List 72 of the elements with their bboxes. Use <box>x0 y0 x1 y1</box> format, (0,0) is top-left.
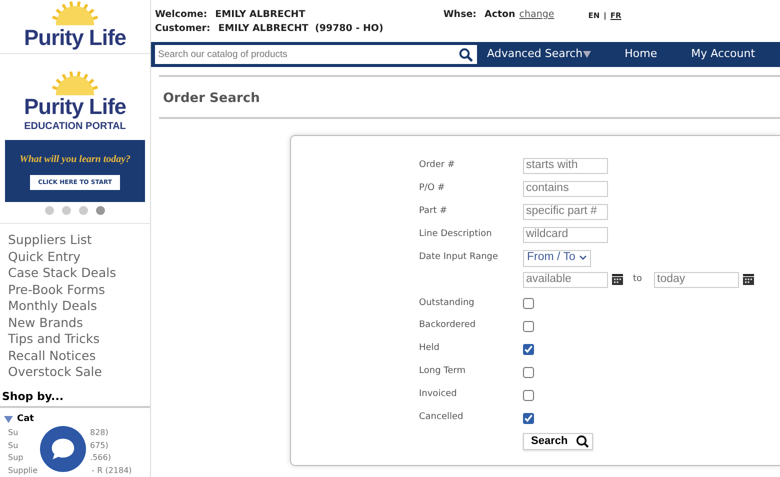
checkbox[interactable] <box>523 320 534 332</box>
warehouse-name: Acton <box>484 9 516 20</box>
welcome-label: Welcome: <box>155 8 208 22</box>
sidebar-link[interactable]: Overstock Sale <box>8 364 142 380</box>
welcome-name: EMILY ALBRECHT <box>215 8 306 22</box>
field-label: Line Description <box>419 228 493 242</box>
field-label: P/O # <box>419 182 446 196</box>
chat-bubble-icon[interactable] <box>40 426 86 472</box>
carousel-dot[interactable] <box>62 206 71 215</box>
sidebar-link[interactable]: New Brands <box>8 314 142 331</box>
category-heading[interactable]: Cat <box>17 412 34 426</box>
chevron-icon <box>579 254 588 260</box>
checkbox-label: Outstanding <box>419 296 476 310</box>
nav-link[interactable]: Advanced Search <box>487 46 591 63</box>
calendar-icon[interactable] <box>743 272 754 287</box>
category-link[interactable]: Sup <box>8 453 24 462</box>
warehouse-label: Whse: <box>443 8 476 22</box>
category-count: .566) <box>90 452 111 464</box>
checkbox[interactable] <box>523 366 534 378</box>
search-icon[interactable] <box>459 45 477 64</box>
category-count: 675) <box>90 440 108 452</box>
range-dropdown[interactable]: From / To <box>523 250 592 266</box>
category-count: - R (2184) <box>92 464 132 476</box>
nav-link[interactable]: My Account <box>691 46 756 63</box>
date-field[interactable]: today <box>654 272 740 288</box>
banner-subtitle: EDUCATION PORTAL <box>24 122 126 132</box>
search-field[interactable]: Search our catalog of products <box>155 45 459 64</box>
checkbox[interactable] <box>523 344 534 354</box>
sidebar-link[interactable]: Recall Notices <box>8 348 142 364</box>
checkbox-label: Cancelled <box>419 411 464 424</box>
shop-by-heading: Shop by... <box>0 388 150 408</box>
banner-tagline: What will you learn today? <box>19 152 131 167</box>
sidebar-link[interactable]: Case Stack Deals <box>8 265 142 282</box>
carousel-dot[interactable] <box>96 206 105 215</box>
change-link[interactable]: change <box>519 9 554 20</box>
category-count: 828) <box>90 427 108 439</box>
date-field[interactable]: available <box>523 272 608 288</box>
checkbox-label: Backordered <box>419 319 477 332</box>
field-label: Date Input Range <box>419 251 500 264</box>
sidebar-link[interactable]: Tips and Tricks <box>8 331 142 348</box>
input-field[interactable]: wildcard <box>523 227 608 243</box>
search-icon <box>576 434 589 448</box>
input-field[interactable]: contains <box>523 181 608 197</box>
category-link[interactable]: Supplie <box>8 466 38 474</box>
dropdown-caret-icon[interactable] <box>582 50 591 58</box>
field-label: Order # <box>419 159 456 172</box>
sidebar-link[interactable]: Quick Entry <box>8 248 142 265</box>
sidebar-link[interactable]: Suppliers List <box>8 232 142 248</box>
input-field[interactable]: starts with <box>523 158 608 174</box>
category-link[interactable]: Su <box>8 440 18 450</box>
to-label: to <box>633 272 642 286</box>
checkbox-label: Invoiced <box>419 388 458 402</box>
checkbox[interactable] <box>523 298 534 309</box>
sidebar-link[interactable]: Monthly Deals <box>8 298 142 314</box>
input-field[interactable]: specific part # <box>523 204 608 220</box>
logo-text[interactable]: Purity Life <box>24 26 126 49</box>
category-link[interactable]: Su <box>8 428 18 437</box>
checkbox[interactable] <box>523 390 534 400</box>
search-button[interactable]: Search <box>523 433 593 450</box>
customer-name: EMILY ALBRECHT (99780 - HO) <box>218 22 384 36</box>
nav-link[interactable]: Home <box>624 46 658 63</box>
calendar-icon[interactable] <box>612 272 623 287</box>
customer-label: Customer: <box>155 22 210 36</box>
carousel-dot[interactable] <box>79 206 88 215</box>
page-title: Order Search <box>162 90 261 108</box>
field-label: Part # <box>419 205 448 218</box>
carousel-dot[interactable] <box>45 206 54 215</box>
sidebar-link[interactable]: Pre-Book Forms <box>8 282 142 298</box>
checkbox-label: Long Term <box>419 365 466 378</box>
checkbox-label: Held <box>419 342 441 356</box>
banner-brand: Purity Life <box>24 96 126 118</box>
checkbox[interactable] <box>523 412 534 424</box>
